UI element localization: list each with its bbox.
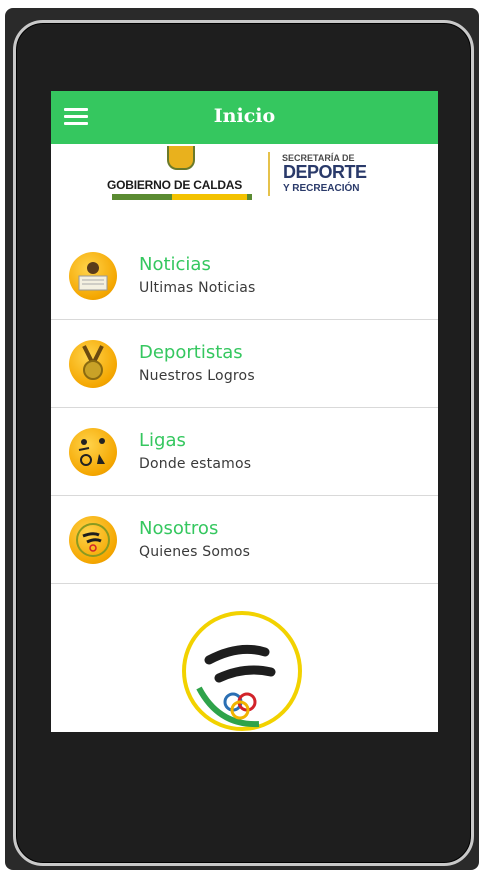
app-screen: Inicio GOBIERNO DE CALDAS SECRETARÍA DE … [51,91,438,732]
medal-icon [69,340,117,388]
gobierno-stripe-yellow [172,194,247,200]
deporte-label: DEPORTE [283,162,367,182]
menu-item-subtitle: Donde estamos [139,456,252,472]
page-title: Inicio [213,105,276,127]
menu-item-subtitle: Nuestros Logros [139,368,255,384]
menu-item-subtitle: Ultimas Noticias [139,280,256,296]
menu-item-deportistas[interactable]: Deportistas Nuestros Logros [51,320,438,408]
secretaria-logo [179,608,305,732]
sports-icon [69,428,117,476]
menu-item-ligas[interactable]: Ligas Donde estamos [51,408,438,496]
banner-divider [268,152,270,196]
menu-item-title: Deportistas [139,342,243,363]
menu-item-noticias[interactable]: Noticias Ultimas Noticias [51,232,438,320]
menu-item-nosotros[interactable]: Nosotros Quienes Somos [51,496,438,584]
newspaper-icon [69,252,117,300]
menu-item-title: Noticias [139,254,211,275]
app-bar: Inicio [51,91,438,144]
menu-item-subtitle: Quienes Somos [139,544,251,560]
gobierno-label: GOBIERNO DE CALDAS [107,178,243,192]
menu-item-title: Nosotros [139,518,219,539]
shield-icon [167,146,195,170]
menu-item-title: Ligas [139,430,186,451]
gobierno-logo: GOBIERNO DE CALDAS [107,144,257,204]
recreacion-label: Y RECREACIÓN [283,183,360,194]
logo-icon [69,516,117,564]
header-banner: GOBIERNO DE CALDAS SECRETARÍA DE DEPORTE… [51,144,438,233]
